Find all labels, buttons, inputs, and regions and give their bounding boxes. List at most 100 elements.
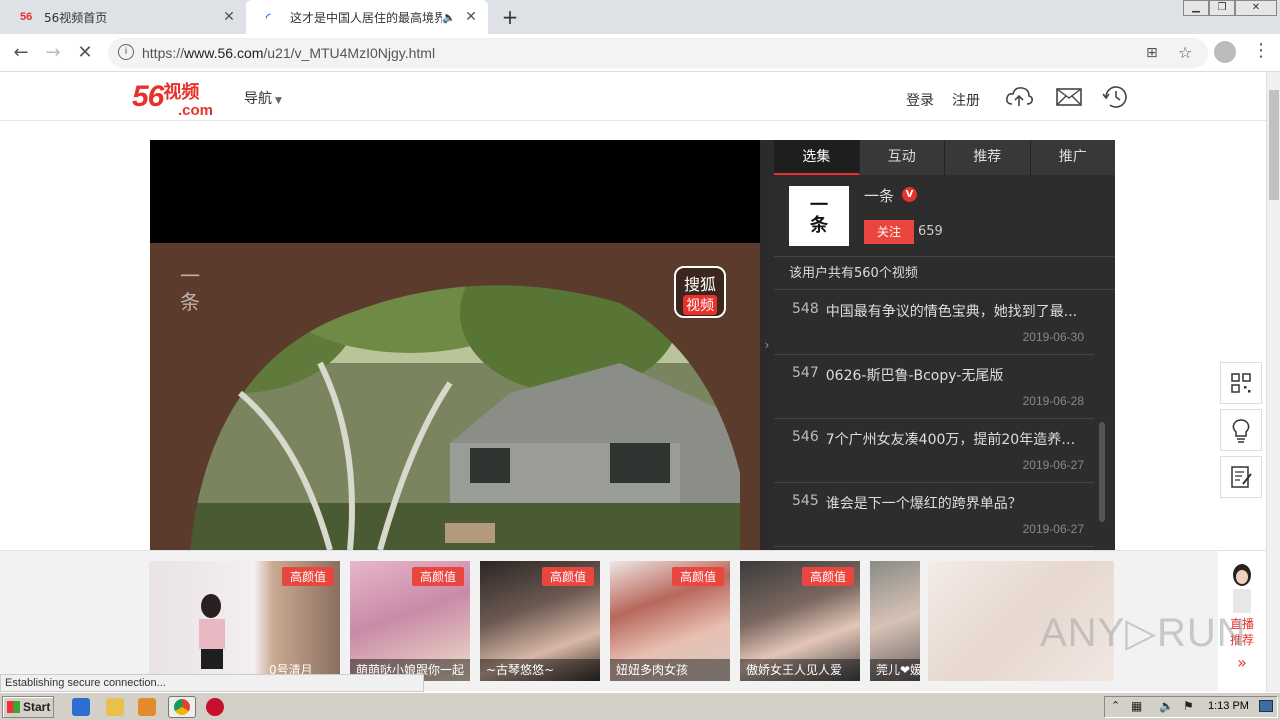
panel-scrollbar[interactable] (1099, 422, 1105, 522)
minimize-icon[interactable]: ▁ (1183, 0, 1209, 16)
volume-icon[interactable]: 🔈 (1159, 699, 1174, 713)
follow-button[interactable]: 关注 (864, 220, 914, 244)
card-caption: 莞儿❤媛 (870, 659, 920, 681)
panel-tabs: 选集 互动 推荐 推广 (774, 140, 1115, 175)
site-info-icon[interactable]: i (118, 44, 134, 60)
chrome-taskbar-button[interactable] (168, 696, 196, 718)
stream-card[interactable]: 高颜值 0号清月 (149, 561, 340, 681)
stream-card[interactable]: 高颜值 傲娇女王人见人爱 (740, 561, 860, 681)
tray-expand-icon[interactable]: ⌃ (1111, 699, 1120, 712)
tab-promotion[interactable]: 推广 (1031, 140, 1116, 175)
opera-icon[interactable] (206, 698, 224, 716)
forward-icon[interactable]: → (40, 40, 66, 66)
tab-title: 这才是中国人居住的最高境界: (290, 10, 443, 25)
page-scrollbar[interactable] (1266, 72, 1280, 692)
panel-collapse-chevron-icon[interactable]: › (760, 140, 774, 550)
address-bar[interactable]: i https://www.56.com/u21/v_MTU4MzI0Njgy.… (108, 38, 1208, 68)
tab-episodes[interactable]: 选集 (774, 140, 860, 175)
stream-card[interactable]: 高颜值 妞妞多肉女孩 (610, 561, 730, 681)
start-button[interactable]: Start (2, 696, 54, 718)
close-tab-icon[interactable]: ✕ (218, 9, 240, 25)
qrcode-button[interactable] (1220, 362, 1262, 404)
card-caption: 妞妞多肉女孩 (610, 659, 730, 681)
card-tag: 高颜值 (801, 567, 854, 586)
playlist-panel: 选集 互动 推荐 推广 一条 一条 V 关注 659 该用户共有560个视频 5… (774, 140, 1115, 550)
profile-avatar-icon[interactable] (1214, 41, 1236, 63)
stream-card[interactable]: 莞儿❤媛 (870, 561, 920, 681)
browser-menu-icon[interactable]: ⋮ (1252, 40, 1270, 61)
verified-badge-icon: V (902, 187, 917, 202)
tab-current-video[interactable]: ◜ 这才是中国人居住的最高境界: 🔈 ✕ (246, 0, 488, 34)
card-tag: 高颜值 (281, 567, 334, 586)
list-item[interactable]: 545 谁会是下一个爆红的跨界单品？ 2019-06-27 (774, 483, 1094, 547)
caret-down-icon: ▼ (275, 96, 282, 106)
site-favicon-icon: 56 (20, 11, 33, 23)
nav-dropdown[interactable]: 导航 ▼ (244, 88, 282, 108)
stop-loading-icon[interactable]: ✕ (72, 40, 98, 66)
site-logo[interactable]: 56视频 .com (132, 80, 213, 119)
feedback-button[interactable] (1220, 456, 1262, 498)
taskbar-clock[interactable]: 1:13 PM (1208, 700, 1249, 712)
feedback-icon (1231, 466, 1252, 488)
list-item[interactable]: 547 0626-斯巴鲁-Bcopy-无尾版 2019-06-28 (774, 355, 1094, 419)
close-tab-icon[interactable]: ✕ (460, 9, 482, 25)
taskbar: Start ⌃ ▦ 🔈 ⚑ 1:13 PM (0, 692, 1280, 720)
stream-card[interactable]: 高颜值 ~古琴悠悠~ (480, 561, 600, 681)
video-watermark: 一条 (180, 264, 200, 314)
tips-button[interactable] (1220, 409, 1262, 451)
uploader-avatar[interactable]: 一条 (789, 186, 849, 246)
scrollbar-thumb[interactable] (1269, 90, 1279, 200)
stream-card[interactable]: 高颜值 萌萌哒小娘跟你一起 (350, 561, 470, 681)
tab-recommend[interactable]: 推荐 (945, 140, 1031, 175)
video-frame (150, 243, 760, 550)
follower-count: 659 (918, 224, 943, 239)
card-tag: 高颜值 (411, 567, 464, 586)
media-player-icon[interactable] (138, 698, 156, 716)
bookmark-star-icon[interactable]: ☆ (1178, 43, 1192, 62)
card-caption: ~古琴悠悠~ (480, 659, 600, 681)
video-total-count: 该用户共有560个视频 (774, 256, 1115, 290)
streamer-thumbnail (199, 594, 225, 669)
loading-spinner-icon: ◜ (266, 11, 271, 24)
live-avatar (1233, 564, 1251, 613)
tab-56-home[interactable]: 56 56视频首页 ✕ (0, 0, 246, 34)
video-list: 548 中国最有争议的情色宝典，她找到了最... 2019-06-30 547 06… (774, 291, 1094, 547)
tab-interaction[interactable]: 互动 (860, 140, 945, 175)
ie-icon[interactable] (72, 698, 90, 716)
browser-toolbar: ← → ✕ i https://www.56.com/u21/v_MTU4MzI… (0, 34, 1280, 72)
new-tab-button[interactable]: + (500, 5, 520, 29)
lightbulb-icon (1232, 419, 1250, 443)
system-tray: ⌃ ▦ 🔈 ⚑ (1104, 696, 1278, 718)
windows-logo-icon (7, 701, 20, 713)
chrome-icon (174, 699, 190, 715)
back-icon[interactable]: ← (8, 40, 34, 66)
video-player[interactable]: 一条 搜狐 视频 (150, 140, 760, 550)
action-center-flag-icon[interactable]: ⚑ (1183, 699, 1194, 713)
restore-icon[interactable]: ❐ (1209, 0, 1235, 16)
card-tag: 高颜值 (541, 567, 594, 586)
folder-icon[interactable] (106, 698, 124, 716)
translate-icon[interactable]: ⊞ (1146, 45, 1158, 61)
history-icon[interactable] (1102, 84, 1130, 110)
anyrun-watermark: ANY▷RUN (1040, 611, 1247, 655)
audio-playing-icon[interactable]: 🔈 (442, 11, 456, 24)
browser-tab-bar: 56 56视频首页 ✕ ◜ 这才是中国人居住的最高境界: 🔈 ✕ + ▁ ❐ ✕ (0, 0, 1280, 34)
card-caption: 傲娇女王人见人爱 (740, 659, 860, 681)
register-link[interactable]: 注册 (952, 90, 980, 110)
card-tag: 高颜值 (671, 567, 724, 586)
url-text: https://www.56.com/u21/v_MTU4MzI0Njgy.ht… (142, 45, 436, 61)
status-bar: Establishing secure connection... (0, 674, 424, 692)
qrcode-icon (1231, 373, 1251, 393)
network-icon[interactable]: ▦ (1131, 699, 1142, 713)
site-header: 56视频 .com 导航 ▼ 登录 注册 (0, 72, 1266, 121)
show-desktop-icon[interactable] (1259, 700, 1273, 712)
login-link[interactable]: 登录 (906, 90, 934, 110)
mail-icon[interactable] (1055, 84, 1083, 110)
sohu-video-logo: 搜狐 视频 (674, 266, 726, 318)
list-item[interactable]: 546 7个广州女友凑400万，提前20年造养老... 2019-06-27 (774, 419, 1094, 483)
upload-cloud-icon[interactable] (1005, 84, 1033, 110)
close-window-icon[interactable]: ✕ (1235, 0, 1277, 16)
tab-title: 56视频首页 (44, 10, 108, 25)
uploader-name[interactable]: 一条 (864, 185, 894, 206)
list-item[interactable]: 548 中国最有争议的情色宝典，她找到了最... 2019-06-30 (774, 291, 1094, 355)
